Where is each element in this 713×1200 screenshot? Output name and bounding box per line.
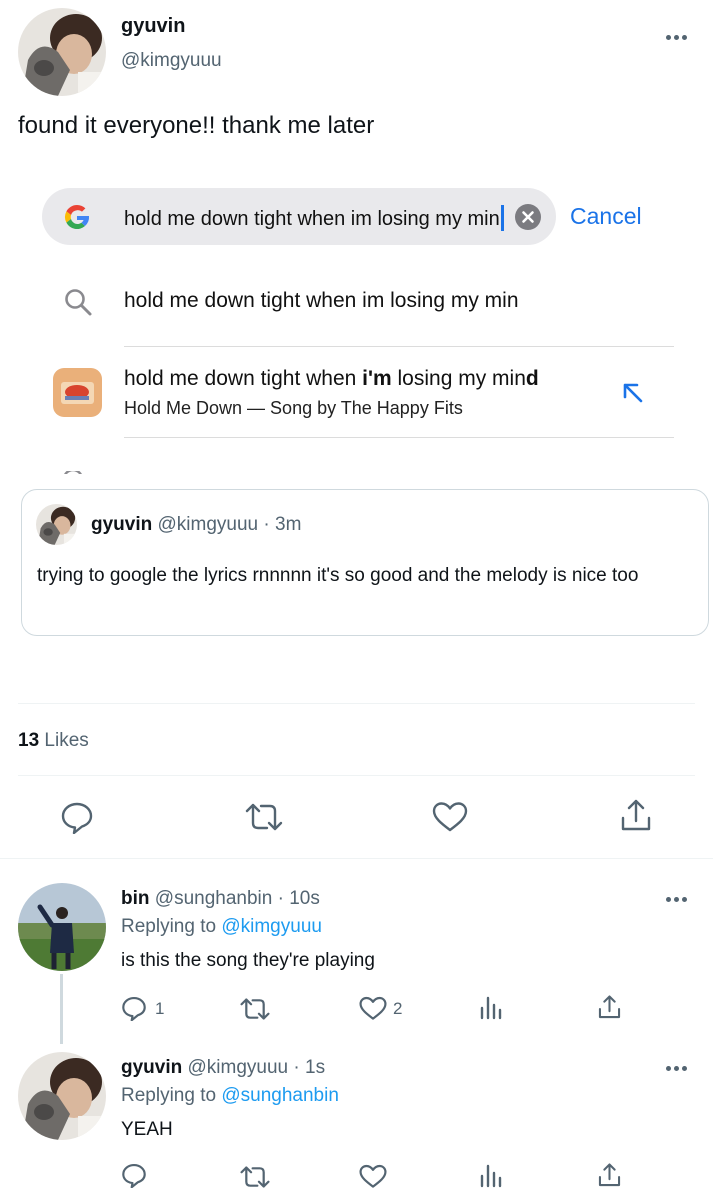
suggestion-2: hold me down tight when i'm losing my mi… xyxy=(124,367,539,391)
share-button[interactable] xyxy=(597,994,622,1021)
analytics-icon xyxy=(480,996,502,1020)
separator: · xyxy=(293,1057,300,1078)
suggestion-divider xyxy=(124,346,674,347)
share-button[interactable] xyxy=(619,798,653,834)
arrow-up-left-icon xyxy=(621,381,645,405)
replying-to: Replying to @sunghanbin xyxy=(121,1085,339,1107)
reply-header: bin @sunghanbin · 10s xyxy=(121,888,320,910)
thread-line xyxy=(60,974,63,1044)
divider xyxy=(18,775,695,776)
retweet-button[interactable] xyxy=(245,801,283,833)
like-button[interactable] xyxy=(359,1164,387,1189)
reply-count: 1 xyxy=(155,999,165,1018)
suggestion-2-mid: losing my min xyxy=(391,367,526,390)
cancel-label: Cancel xyxy=(570,203,642,229)
music-app-icon xyxy=(53,368,102,417)
replying-to: Replying to @kimgyuuu xyxy=(121,916,322,938)
quoted-author-avatar xyxy=(36,504,77,545)
suggestion-divider xyxy=(124,437,674,438)
share-icon xyxy=(621,799,651,831)
reply-author-avatar[interactable] xyxy=(18,883,106,971)
partial-search-icon xyxy=(62,466,84,474)
clear-icon xyxy=(515,204,541,230)
retweet-icon xyxy=(245,803,283,831)
suggestion-2-bold-1: i'm xyxy=(362,367,392,390)
analytics-icon xyxy=(480,1164,502,1188)
reply-text: is this the song they're playing xyxy=(121,950,375,971)
more-options-icon[interactable] xyxy=(666,1063,694,1073)
reply-time: 10s xyxy=(289,888,320,909)
reply-button[interactable] xyxy=(60,800,94,834)
divider xyxy=(0,858,713,859)
search-query: hold me down tight when im losing my min xyxy=(124,208,500,230)
reply-icon xyxy=(61,802,93,834)
divider xyxy=(18,703,695,704)
author-handle[interactable]: @kimgyuuu xyxy=(121,50,222,72)
suggestion-2-bold-2: d xyxy=(525,367,539,390)
retweet-button[interactable] xyxy=(240,996,270,1022)
avatar-photo xyxy=(36,504,77,545)
heart-icon xyxy=(359,1164,387,1188)
reply-author-handle[interactable]: @sunghanbin xyxy=(155,888,273,909)
quoted-author-handle: @kimgyuuu xyxy=(157,514,259,535)
text-caret xyxy=(500,205,504,231)
replying-label: Replying to xyxy=(121,1085,217,1106)
likes-label: Likes xyxy=(44,730,89,751)
more-options-icon[interactable] xyxy=(666,32,694,42)
reply-author-name[interactable]: bin xyxy=(121,888,150,909)
quoted-tweet-text: trying to google the lyrics rnnnnn it's … xyxy=(37,565,639,586)
share-button[interactable] xyxy=(597,1162,622,1189)
quoted-tweet-card[interactable] xyxy=(21,489,709,636)
more-options-icon[interactable] xyxy=(666,894,694,904)
suggestion-2-subtitle: Hold Me Down — Song by The Happy Fits xyxy=(124,398,463,418)
quoted-tweet-header: gyuvin @kimgyuuu · 3m xyxy=(91,514,301,536)
separator: · xyxy=(277,888,284,909)
tweet-text: found it everyone!! thank me later xyxy=(18,112,375,139)
separator: · xyxy=(263,514,270,535)
like-count: 2 xyxy=(393,999,403,1018)
reply-button[interactable] xyxy=(121,995,147,1021)
heart-icon xyxy=(359,996,387,1020)
heart-icon xyxy=(432,802,468,832)
retweet-icon xyxy=(240,1166,270,1188)
author-avatar[interactable] xyxy=(18,8,106,96)
quoted-time: 3m xyxy=(275,514,302,535)
analytics-button[interactable] xyxy=(479,996,503,1020)
analytics-button[interactable] xyxy=(479,1164,503,1188)
like-button[interactable] xyxy=(432,801,468,833)
search-icon xyxy=(63,287,93,317)
reply-icon xyxy=(122,1163,146,1188)
quoted-author-name: gyuvin xyxy=(91,514,153,535)
reply-author-avatar[interactable] xyxy=(18,1052,106,1140)
reply-time: 1s xyxy=(305,1057,326,1078)
avatar-photo xyxy=(18,883,106,971)
avatar-photo xyxy=(18,1052,106,1140)
reply-author-handle[interactable]: @kimgyuuu xyxy=(188,1057,289,1078)
retweet-button[interactable] xyxy=(240,1164,270,1190)
google-logo-icon xyxy=(61,201,93,233)
author-name[interactable]: gyuvin xyxy=(121,15,185,38)
share-icon xyxy=(598,995,621,1019)
avatar-photo xyxy=(18,8,106,96)
reply-header: gyuvin @kimgyuuu · 1s xyxy=(121,1057,325,1079)
suggestion-2-prefix: hold me down tight when xyxy=(124,367,363,390)
mention-link[interactable]: @sunghanbin xyxy=(221,1085,339,1106)
mention-link[interactable]: @kimgyuuu xyxy=(221,916,322,937)
reply-author-name[interactable]: gyuvin xyxy=(121,1057,182,1078)
search-query-text: hold me down tight when im losing my min xyxy=(124,205,504,231)
replying-label: Replying to xyxy=(121,916,217,937)
likes-stat[interactable]: 13 Likes xyxy=(18,730,89,752)
share-icon xyxy=(598,1163,621,1187)
reply-icon xyxy=(122,996,146,1021)
like-button[interactable] xyxy=(359,996,387,1021)
suggestion-1: hold me down tight when im losing my min xyxy=(124,289,519,312)
retweet-icon xyxy=(240,998,270,1020)
reply-button[interactable] xyxy=(121,1162,147,1188)
likes-count: 13 xyxy=(18,730,40,751)
reply-text: YEAH xyxy=(121,1119,173,1140)
